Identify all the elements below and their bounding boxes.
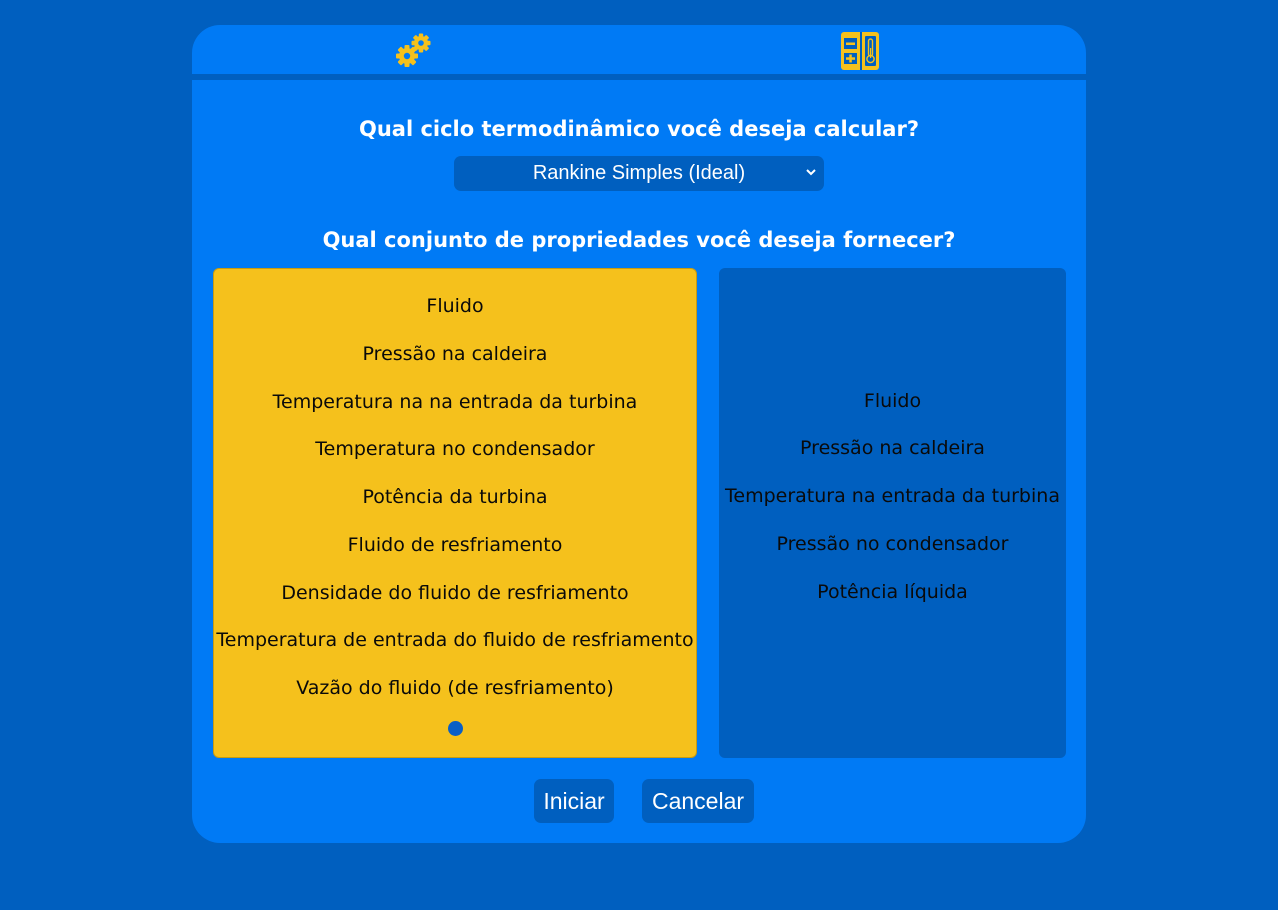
top-tab-bar (192, 25, 1086, 75)
gears-icon (396, 33, 431, 67)
tab-configuration[interactable] (390, 29, 436, 73)
cycle-select-value: Rankine Simples (Ideal) (532, 162, 746, 184)
cancel-button[interactable]: Cancelar (642, 779, 754, 823)
tab-divider (192, 74, 1086, 80)
property-item: Pressão na caldeira (362, 343, 548, 365)
property-set-radio-selected[interactable] (448, 721, 463, 736)
property-set-question: Qual conjunto de propriedades você desej… (322, 228, 956, 252)
property-set-option-1[interactable]: Fluido Pressão na caldeira Temperatura n… (213, 268, 697, 758)
cycle-setup-card: Qual ciclo termodinâmico você deseja cal… (192, 25, 1086, 843)
cycle-question: Qual ciclo termodinâmico você deseja cal… (358, 117, 920, 141)
chevron-down-icon (806, 169, 816, 176)
property-item: Potência líquida (817, 581, 968, 603)
property-item: Potência da turbina (362, 486, 548, 508)
property-set-option-2[interactable]: Fluido Pressão na caldeira Temperatura n… (719, 268, 1066, 758)
property-item: Temperatura no condensador (315, 438, 595, 460)
start-button[interactable]: Iniciar (534, 779, 614, 823)
property-item: Densidade do fluido de resfriamento (281, 582, 629, 604)
tab-calculation[interactable] (836, 29, 884, 73)
cycle-select[interactable]: Rankine Simples (Ideal) (454, 156, 824, 191)
calculator-thermometer-icon (841, 32, 879, 70)
property-item: Fluido (426, 295, 484, 317)
property-item: Pressão no condensador (776, 533, 1009, 555)
property-item: Fluido (863, 390, 922, 412)
property-item: Temperatura na na entrada da turbina (272, 391, 638, 413)
property-item: Fluido de resfriamento (347, 534, 563, 556)
property-item: Pressão na caldeira (800, 437, 985, 459)
property-item: Temperatura na entrada da turbina (725, 485, 1060, 507)
property-item: Vazão do fluido (de resfriamento) (296, 677, 614, 699)
property-item: Temperatura de entrada do fluido de resf… (216, 629, 694, 651)
